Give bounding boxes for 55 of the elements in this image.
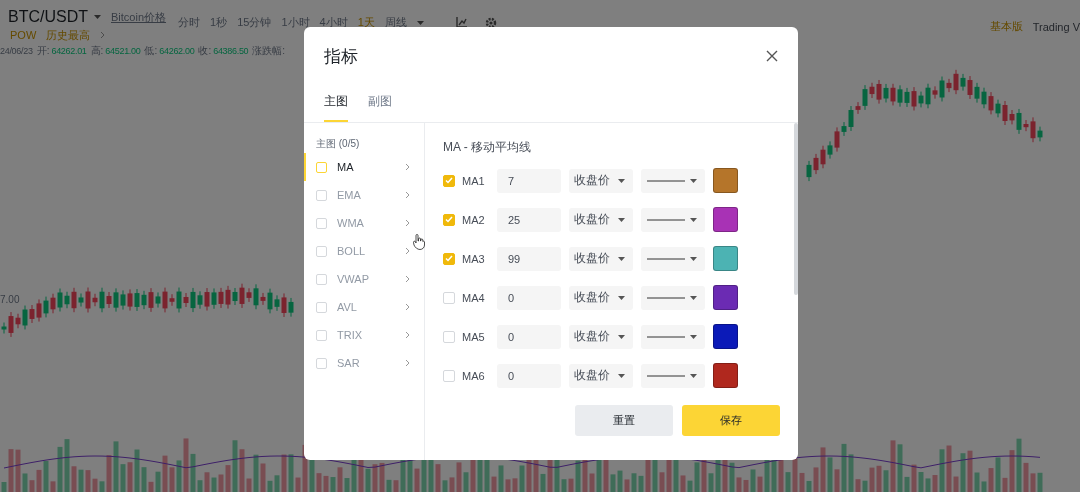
- axis-label: 7.00: [0, 294, 20, 305]
- ohlc-label: 开:: [36, 44, 50, 58]
- line-name: MA1: [462, 174, 486, 187]
- source-select[interactable]: 收盘价: [569, 207, 633, 232]
- symbol-title: BTC/USDT: [8, 8, 88, 26]
- period-field[interactable]: 25: [497, 207, 561, 232]
- reset-button[interactable]: 重置: [575, 405, 673, 436]
- ohlc-label: 高:: [90, 44, 104, 58]
- source-select[interactable]: 收盘价: [569, 324, 633, 349]
- section-heading: MA - 移动平均线: [443, 139, 532, 156]
- change-label: 涨跌幅:: [252, 44, 286, 58]
- indicator-item[interactable]: VWAP: [304, 265, 424, 293]
- interval-tab[interactable]: 15分钟: [237, 15, 272, 30]
- indicator-item[interactable]: MA: [304, 153, 424, 181]
- source-select[interactable]: 收盘价: [569, 246, 633, 271]
- interval-tab[interactable]: 4小时: [319, 15, 348, 30]
- indicator-item[interactable]: SAR: [304, 349, 424, 377]
- tag-label[interactable]: 历史最高: [46, 27, 91, 43]
- ohlc-value: 64262.00: [159, 46, 195, 56]
- line-name: MA3: [462, 252, 486, 265]
- dialog-tab[interactable]: 副图: [368, 87, 392, 122]
- interval-tab[interactable]: 分时: [178, 15, 201, 30]
- view-tab[interactable]: Trading V: [1032, 19, 1080, 34]
- view-tab[interactable]: 基本版: [989, 19, 1023, 34]
- period-field[interactable]: 7: [497, 168, 561, 193]
- dialog-tab[interactable]: 主图: [324, 87, 348, 122]
- source-select[interactable]: 收盘价: [569, 363, 633, 388]
- indicator-item[interactable]: EMA: [304, 181, 424, 209]
- list-header: 主图 (0/5): [315, 137, 361, 151]
- period-field[interactable]: 0: [497, 324, 561, 349]
- line-name: MA4: [462, 291, 486, 304]
- period-field[interactable]: 0: [497, 363, 561, 388]
- ohlc-label: 低:: [144, 44, 158, 58]
- line-name: MA6: [462, 369, 486, 382]
- line-name: MA2: [462, 213, 486, 226]
- tag-label: POW: [10, 29, 37, 41]
- date-label: 24/06/23: [0, 46, 33, 56]
- interval-tab[interactable]: 1小时: [281, 15, 310, 30]
- ohlc-value: 64262.01: [51, 46, 87, 56]
- save-button[interactable]: 保存: [682, 405, 780, 436]
- interval-tab[interactable]: 1秒: [210, 15, 228, 30]
- indicator-item[interactable]: AVL: [304, 293, 424, 321]
- interval-tab[interactable]: 周线: [384, 15, 407, 30]
- line-name: MA5: [462, 330, 486, 343]
- ohlc-value: 64521.00: [105, 46, 141, 56]
- interval-tab[interactable]: 1天: [357, 15, 375, 30]
- period-field[interactable]: 99: [497, 246, 561, 271]
- period-field[interactable]: 0: [497, 285, 561, 310]
- ohlc-label: 收:: [198, 44, 212, 58]
- dialog-title: 指标: [324, 45, 358, 68]
- source-select[interactable]: 收盘价: [569, 168, 633, 193]
- source-select[interactable]: 收盘价: [569, 285, 633, 310]
- indicator-item[interactable]: TRIX: [304, 321, 424, 349]
- ohlc-value: 64386.50: [213, 46, 249, 56]
- price-link[interactable]: Bitcoin价格: [111, 9, 167, 25]
